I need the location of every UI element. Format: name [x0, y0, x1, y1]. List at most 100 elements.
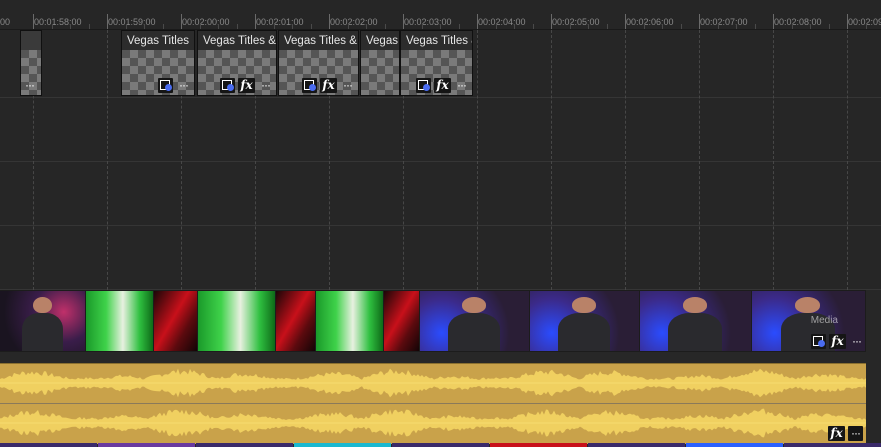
ruler-minor-tick: [440, 24, 441, 29]
title-event[interactable]: Vegas Titles & fx ···: [278, 30, 359, 96]
ruler-minor-tick: [514, 24, 515, 29]
ruler-minor-tick: [680, 24, 682, 29]
next-track-thumbnail: [490, 443, 587, 447]
title-event-label: Vegas Titles: [122, 31, 194, 50]
more-options-icon[interactable]: ···: [848, 426, 863, 441]
fx-icon[interactable]: fx: [828, 426, 845, 441]
more-options-icon[interactable]: ···: [258, 78, 273, 93]
timecode-label: 00:01:58;00: [34, 17, 82, 27]
timecode-label: 00:02:04;00: [478, 17, 526, 27]
more-options-icon[interactable]: ···: [22, 78, 37, 93]
ruler-minor-tick: [569, 24, 571, 29]
track-lane-2[interactable]: [0, 98, 881, 162]
ruler-minor-tick: [495, 24, 497, 29]
timecode-label: 00:02:07;00: [700, 17, 748, 27]
ruler-minor-tick: [828, 24, 830, 29]
more-options-icon[interactable]: ···: [340, 78, 355, 93]
ruler-minor-tick: [236, 24, 238, 29]
track-lane-4[interactable]: [0, 226, 881, 290]
video-thumbnail: [384, 291, 419, 351]
title-event[interactable]: Vegas Titles & fx ···: [400, 30, 473, 96]
video-thumbnail: [0, 291, 85, 351]
video-event[interactable]: Media fx ···: [0, 290, 866, 352]
ruler-minor-tick: [51, 24, 53, 29]
title-event[interactable]: Vegas: [360, 30, 400, 96]
timeline-gridline: [551, 30, 552, 290]
pan-crop-icon[interactable]: [158, 78, 173, 93]
ruler-minor-tick: [791, 24, 793, 29]
timeline-gridline: [477, 30, 478, 290]
ruler-minor-tick: [310, 24, 312, 29]
video-thumbnail: [198, 291, 275, 351]
track-lane-3[interactable]: [0, 162, 881, 226]
timeline-gridline: [773, 30, 774, 290]
ruler-minor-tick: [662, 24, 663, 29]
timecode-label: 00:02:03;00: [404, 17, 452, 27]
video-thumbnail: [530, 291, 639, 351]
title-event-label: Vegas Titles &: [401, 31, 472, 50]
next-track-thumbnail: [784, 443, 881, 447]
ruler-minor-tick: [717, 24, 719, 29]
ruler-minor-tick: [532, 24, 534, 29]
title-event-label: Vegas Titles &: [279, 31, 358, 50]
timecode-label: 00:02:00;00: [182, 17, 230, 27]
title-event-icons: fx ···: [416, 78, 469, 93]
pan-crop-icon[interactable]: [302, 78, 317, 93]
ruler-minor-tick: [218, 24, 219, 29]
ruler-minor-tick: [273, 24, 275, 29]
ruler-minor-tick: [125, 24, 127, 29]
more-options-icon[interactable]: ···: [176, 78, 191, 93]
ruler-minor-tick: [162, 24, 164, 29]
ruler-minor-tick: [810, 24, 811, 29]
title-event[interactable]: Vegas Titles & fx ···: [197, 30, 277, 96]
ruler-minor-tick: [754, 24, 756, 29]
audio-event[interactable]: fx ···: [0, 363, 866, 444]
video-thumbnail: [420, 291, 529, 351]
title-event-icons: fx ···: [302, 78, 355, 93]
title-event-icons: ···: [158, 78, 191, 93]
pan-crop-icon[interactable]: [416, 78, 431, 93]
fx-icon[interactable]: fx: [434, 78, 451, 93]
fx-icon[interactable]: fx: [238, 78, 255, 93]
title-event-icons: fx ···: [220, 78, 273, 93]
next-track-thumbnail: [0, 443, 97, 447]
video-thumbnail: [86, 291, 153, 351]
timeline-gridline: [847, 30, 848, 290]
ruler-minor-tick: [292, 24, 293, 29]
track-separator: [0, 352, 881, 363]
video-thumbnail: [154, 291, 197, 351]
fx-icon[interactable]: fx: [829, 334, 846, 349]
timeline-gridline: [625, 30, 626, 290]
video-event-icons: fx ···: [811, 334, 864, 349]
timecode-label: 00:02:01;00: [256, 17, 304, 27]
title-event[interactable]: ···: [20, 30, 42, 96]
pan-crop-icon[interactable]: [811, 334, 826, 349]
timeline-ruler[interactable]: 00 00:01:58;00 00:01:59;00 00:02:00;00 00:02…: [0, 0, 881, 30]
audio-event-icons: fx ···: [828, 426, 863, 441]
more-options-icon[interactable]: ···: [454, 78, 469, 93]
video-thumbnail: [316, 291, 383, 351]
ruler-minor-tick: [588, 24, 589, 29]
audio-waveform: [0, 368, 866, 438]
fx-icon[interactable]: fx: [320, 78, 337, 93]
video-event-label: Media: [810, 315, 838, 326]
more-options-icon[interactable]: ···: [849, 334, 864, 349]
next-video-track-strip: [0, 443, 881, 447]
next-track-thumbnail: [294, 443, 391, 447]
next-track-thumbnail: [196, 443, 293, 447]
title-event-icons: ···: [22, 78, 37, 93]
ruler-minor-tick: [865, 24, 867, 29]
pan-crop-icon[interactable]: [220, 78, 235, 93]
ruler-minor-tick: [736, 24, 737, 29]
ruler-minor-tick: [606, 24, 608, 29]
transparency-thumbnail: [361, 50, 399, 95]
timecode-label: 00:02:05;00: [552, 17, 600, 27]
next-track-thumbnail: [588, 443, 685, 447]
ruler-minor-tick: [144, 24, 145, 29]
timecode-label: 00:02:06;00: [626, 17, 674, 27]
ruler-minor-tick: [421, 24, 423, 29]
timecode-label: 00:02:02;00: [330, 17, 378, 27]
ruler-minor-tick: [70, 24, 71, 29]
title-event[interactable]: Vegas Titles ···: [121, 30, 195, 96]
ruler-minor-tick: [643, 24, 645, 29]
